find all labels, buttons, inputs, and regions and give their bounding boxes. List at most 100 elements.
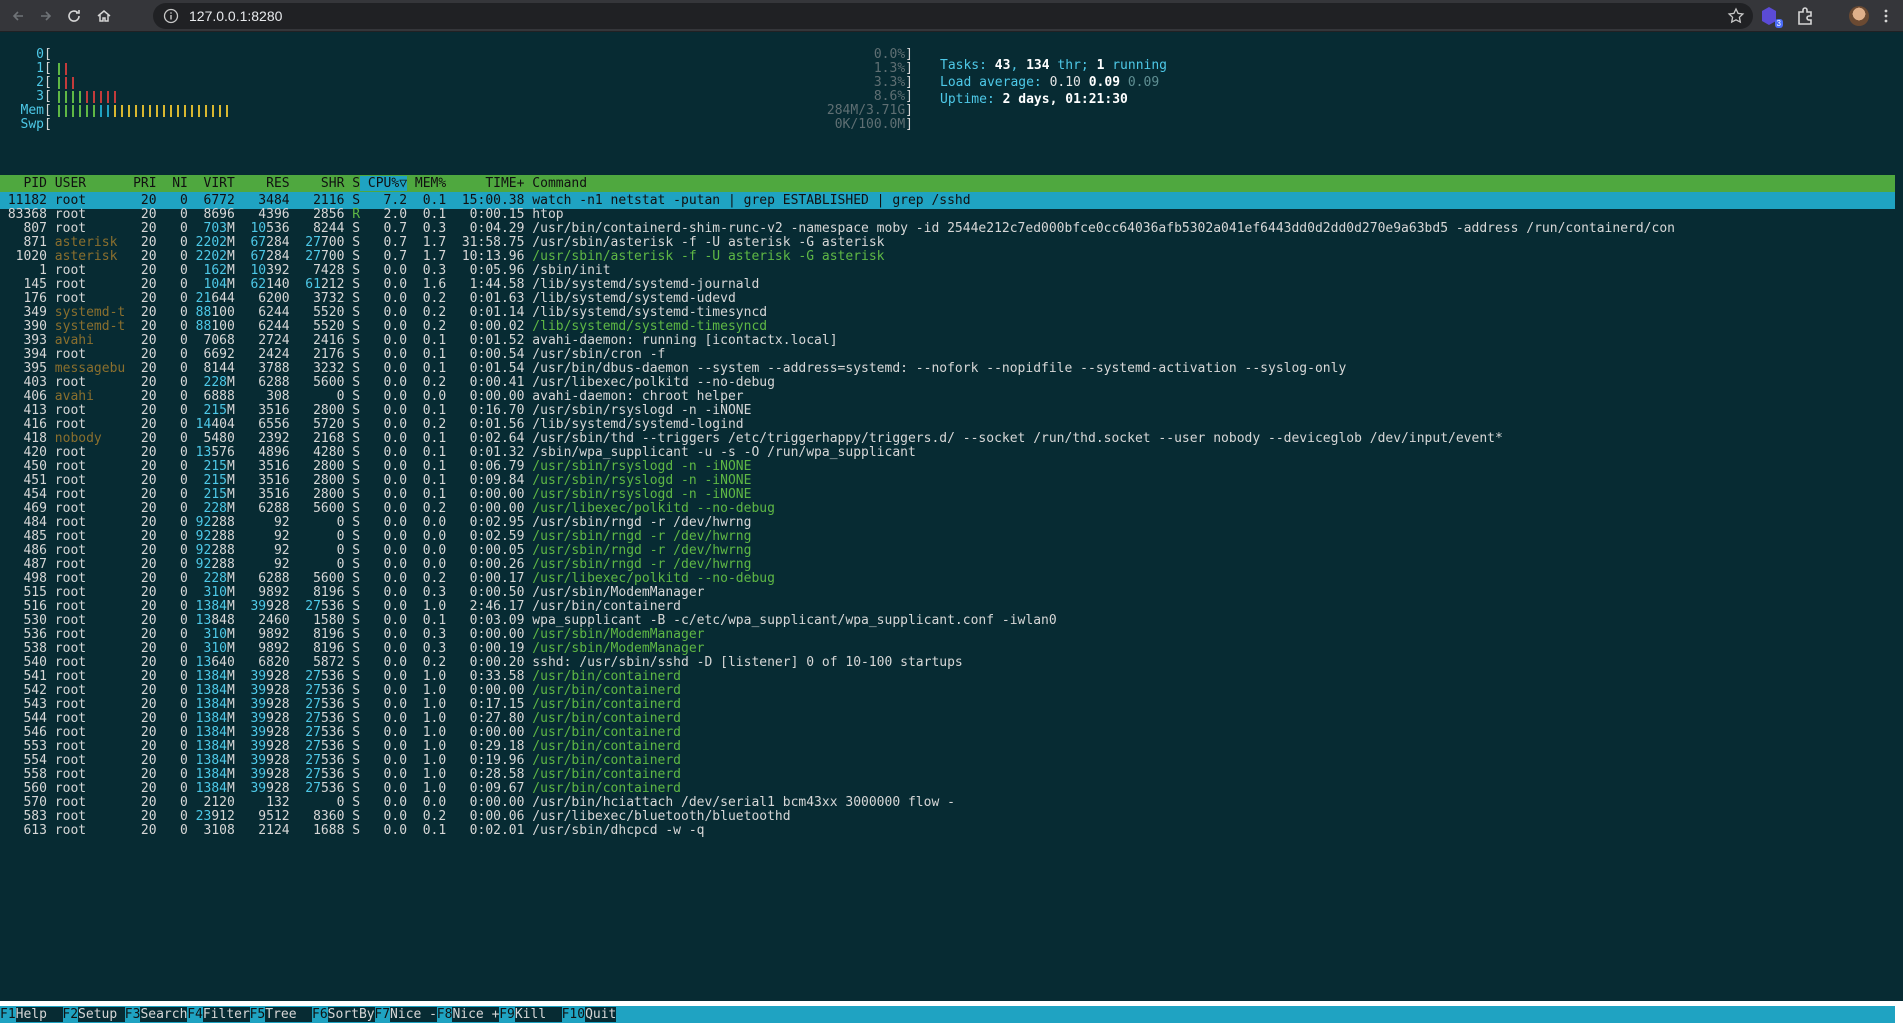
column-header-mem[interactable]: MEM%	[407, 176, 446, 191]
fkey-label: Filter	[202, 1007, 250, 1022]
fkey-key: F3	[124, 1007, 141, 1022]
fkey-label: SortBy	[327, 1007, 375, 1022]
meter-bar-segment	[226, 105, 228, 117]
htop-terminal[interactable]: 0[0.0%] 1[1.3%] 2[3.3%] 3[8.6%] Mem[284M/3.7…	[0, 32, 1903, 1023]
bookmark-star-icon[interactable]	[1727, 7, 1745, 25]
meter-bar-segment	[79, 91, 81, 103]
meter-label: Swp	[20, 117, 44, 132]
meter-bar-segment	[79, 105, 81, 117]
fkey-key: F6	[312, 1007, 328, 1022]
cell-res: 2124	[234, 823, 290, 838]
column-header-shr[interactable]: SHR	[290, 176, 345, 191]
meter-bar-segment	[198, 105, 200, 117]
back-icon[interactable]	[6, 4, 30, 28]
fkey-label: Nice -	[390, 1007, 438, 1022]
fkey-label: Nice +	[452, 1007, 500, 1022]
cell-cpu: 0.0	[360, 823, 408, 838]
fkey-key: F9	[499, 1007, 515, 1022]
column-header-pid[interactable]: PID	[0, 176, 47, 191]
meter-bar-segment	[135, 105, 137, 117]
fkey-key: F10	[561, 1007, 586, 1022]
fkey-key: F1	[0, 1007, 16, 1022]
fkey-f2[interactable]: F2Setup	[62, 1006, 126, 1023]
meter-bar-segment	[58, 105, 60, 117]
meter-bar-segment	[184, 105, 186, 117]
meter-bar-segment	[107, 105, 109, 117]
fkey-f7[interactable]: F7Nice -	[374, 1006, 438, 1023]
uptime-line: Uptime: 2 days, 01:21:30	[940, 92, 1128, 107]
fkey-key: F8	[436, 1007, 453, 1022]
meter-bar-segment	[114, 91, 116, 103]
column-header-cpu[interactable]: CPU%▽	[360, 176, 408, 191]
fkey-label: Help	[15, 1007, 63, 1022]
meter-bar-segment	[156, 105, 158, 117]
fkey-label: Quit	[585, 1007, 617, 1022]
meter-bar-segment	[100, 91, 102, 103]
extension-badge: 3	[1774, 19, 1783, 28]
cell-s: S	[344, 823, 361, 838]
home-icon[interactable]	[92, 4, 116, 28]
meter-bracket-open: [	[44, 117, 52, 132]
cell-virt: 3108	[187, 823, 235, 838]
column-header-command[interactable]: Command	[524, 176, 587, 191]
column-header-time[interactable]: TIME+	[446, 176, 524, 191]
fkey-f10[interactable]: F10Quit	[562, 1006, 617, 1023]
fkey-key: F4	[187, 1007, 203, 1022]
fkey-f9[interactable]: F9Kill	[499, 1006, 562, 1023]
meter-bar-segment	[93, 105, 95, 117]
meter-bar-segment	[100, 105, 102, 117]
fkey-key: F2	[62, 1007, 79, 1022]
meter-bracket-close: ]	[905, 117, 913, 132]
meter-bar-segment	[219, 105, 221, 117]
cell-pid: 613	[0, 823, 47, 838]
meter-bar-segment	[72, 91, 74, 103]
meter-bar-segment	[65, 77, 67, 89]
kebab-menu-icon[interactable]	[1874, 4, 1898, 28]
fkey-f1[interactable]: F1Help	[0, 1006, 63, 1023]
meter-bar-segment	[65, 63, 67, 75]
column-header-user[interactable]: USER	[47, 176, 133, 191]
fkey-key: F7	[374, 1007, 391, 1022]
column-header-res[interactable]: RES	[235, 176, 290, 191]
forward-icon[interactable]	[34, 4, 58, 28]
column-header-ni[interactable]: NI	[157, 176, 188, 191]
function-key-bar: F1Help F2Setup F3Search F4Filter F5Tree F6…	[0, 1006, 1895, 1023]
meter-bar-segment	[170, 105, 172, 117]
meter-value-text: 0K/100.0M	[834, 117, 906, 132]
process-table-header[interactable]: PID USER PRI NI VIRT RES SHR S CPU%▽ MEM…	[0, 175, 1895, 192]
site-info-icon[interactable]	[163, 8, 179, 24]
extension-icon[interactable]: 3	[1757, 4, 1783, 28]
address-bar[interactable]: 127.0.0.1:8280	[153, 3, 1753, 29]
cell-cmd: /usr/sbin/dhcpcd -w -q	[524, 823, 705, 838]
meter-bar-segment	[149, 105, 151, 117]
meter-bar-segment	[128, 105, 130, 117]
column-header-s[interactable]: S	[344, 176, 360, 191]
fkey-label: Setup	[78, 1007, 126, 1022]
meter-bar-segment	[191, 105, 193, 117]
meter-bar-segment	[107, 91, 109, 103]
cell-mem: 0.1	[407, 823, 447, 838]
reload-icon[interactable]	[62, 4, 86, 28]
process-row[interactable]: 613 root 20 0 3108 2124 1688 S 0.0 0.1 0…	[0, 822, 1895, 839]
swp-meter: Swp[	[8, 116, 52, 133]
meter-bar-segment	[142, 105, 144, 117]
cell-user: root	[46, 823, 134, 838]
fkey-f8[interactable]: F8Nice +	[437, 1006, 500, 1023]
meter-bar-segment	[205, 105, 207, 117]
browser-toolbar: 127.0.0.1:8280 3	[0, 0, 1903, 32]
fkey-f6[interactable]: F6SortBy	[312, 1006, 375, 1023]
fkey-key: F5	[249, 1007, 266, 1022]
fkey-f3[interactable]: F3Search	[125, 1006, 188, 1023]
fkey-label: Tree	[265, 1007, 313, 1022]
fkey-f4[interactable]: F4Filter	[187, 1006, 250, 1023]
column-header-pri[interactable]: PRI	[133, 176, 156, 191]
puzzle-extensions-icon[interactable]	[1793, 4, 1817, 28]
meter-bar-segment	[114, 105, 116, 117]
load-average-line: Load average: 0.10 0.09 0.09	[940, 75, 1160, 90]
fkey-label: Kill	[514, 1007, 562, 1022]
profile-avatar[interactable]	[1849, 6, 1869, 26]
fkey-f5[interactable]: F5Tree	[250, 1006, 313, 1023]
column-header-virt[interactable]: VIRT	[188, 176, 235, 191]
meter-bar-segment	[72, 77, 74, 89]
meter-bar-segment	[65, 105, 67, 117]
